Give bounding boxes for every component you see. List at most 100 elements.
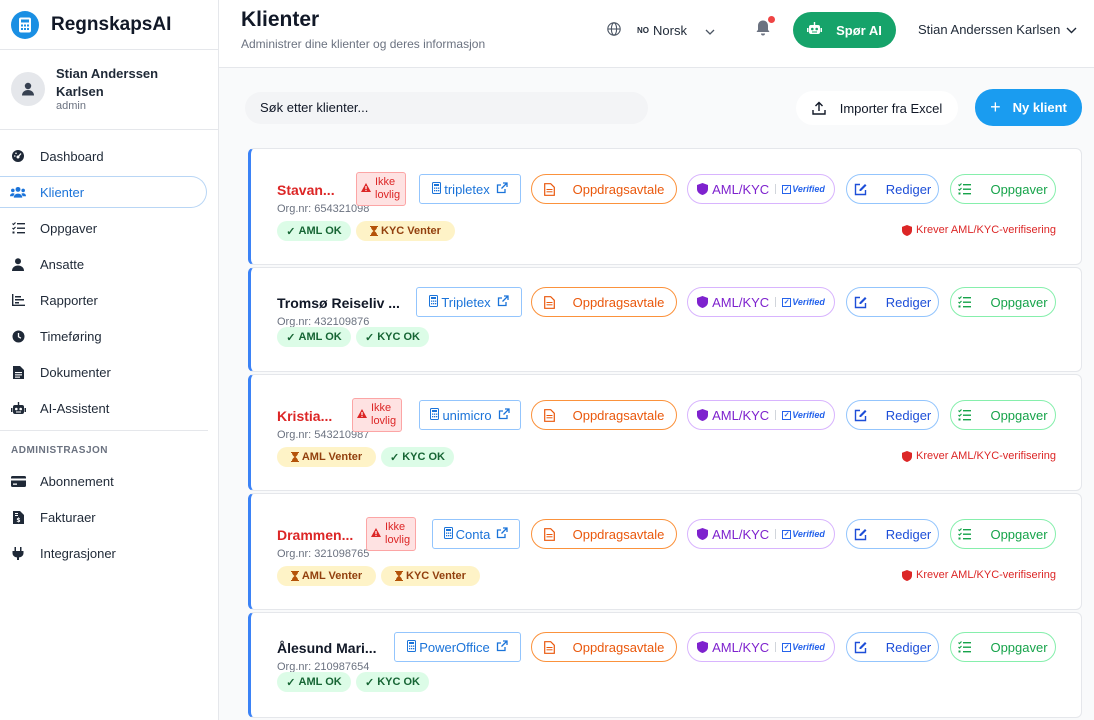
checkbox-icon: ✓ — [782, 297, 792, 307]
not-legal-line2: lovlig — [371, 415, 397, 427]
tasks-icon — [10, 220, 26, 236]
verified-label: Verified — [792, 529, 825, 539]
accounting-system-link[interactable]: tripletex — [419, 174, 521, 204]
search-input[interactable] — [245, 92, 648, 124]
sidebar-nav: Dashboard Klienter Oppgaver Ansatte Rapp… — [0, 130, 218, 571]
user-role: admin — [56, 100, 86, 112]
sidebar-item-klienter[interactable]: Klienter — [0, 176, 207, 208]
aml-status-badge: AML Venter — [277, 447, 376, 467]
hourglass-icon — [395, 571, 404, 581]
import-excel-button[interactable]: Importer fra Excel — [796, 91, 958, 125]
edit-label: Rediger — [885, 407, 932, 423]
shield-icon — [902, 224, 912, 236]
tasks-icon — [958, 296, 980, 308]
aml-kyc-label: AML/KYC — [712, 407, 770, 423]
edit-label: Rediger — [885, 526, 932, 542]
edit-button[interactable]: Rediger — [846, 519, 939, 549]
sidebar-item-ai-assistent[interactable]: AI-Assistent — [0, 390, 208, 426]
kyc-status-label: KYC OK — [377, 676, 420, 688]
edit-button[interactable]: Rediger — [846, 632, 939, 662]
not-legal-line1: Ikke — [385, 521, 406, 533]
sidebar-item-oppgaver[interactable]: Oppgaver — [0, 210, 208, 246]
sidebar-item-label: Rapporter — [40, 292, 98, 308]
warning-icon — [357, 408, 367, 422]
verified-badge: ✓ Verified — [775, 297, 825, 307]
tasks-button[interactable]: Oppgaver — [950, 519, 1056, 549]
aml-kyc-button[interactable]: AML/KYC ✓ Verified — [687, 174, 835, 204]
kyc-status-badge: ✓ KYC OK — [356, 672, 429, 692]
tasks-label: Oppgaver — [990, 294, 1048, 310]
client-card[interactable]: Stavan... Org.nr: 654321098 Ikke lovlig trip… — [248, 148, 1082, 265]
sidebar-item-integrasjoner[interactable]: Integrasjoner — [0, 535, 208, 571]
sidebar-item-label: Oppgaver — [40, 220, 98, 236]
sidebar-item-rapporter[interactable]: Rapporter — [0, 282, 208, 318]
accounting-system-link[interactable]: unimicro — [419, 400, 521, 430]
edit-icon — [854, 641, 876, 654]
kyc-status-badge: KYC Venter — [381, 566, 480, 586]
client-org-number: Org.nr: 321098765 — [277, 548, 370, 560]
document-icon — [543, 295, 564, 309]
brand[interactable]: RegnskapsAI — [0, 0, 218, 50]
sidebar-item-abonnement[interactable]: Abonnement — [0, 463, 208, 499]
agreement-button[interactable]: Oppdragsavtale — [531, 174, 677, 204]
sidebar-item-label: AI-Assistent — [40, 400, 110, 416]
edit-icon — [854, 296, 876, 309]
sidebar-item-dashboard[interactable]: Dashboard — [0, 138, 208, 174]
check-icon: ✓ — [286, 225, 296, 238]
tasks-label: Oppgaver — [990, 639, 1048, 655]
verified-label: Verified — [792, 642, 825, 652]
user-name: Stian Anderssen Karlsen — [56, 66, 159, 99]
notice-label: Krever AML/KYC-verifisering — [916, 224, 1056, 236]
edit-icon — [854, 528, 876, 541]
agreement-button[interactable]: Oppdragsavtale — [531, 519, 677, 549]
warning-icon — [361, 182, 371, 196]
user-menu[interactable]: Stian Anderssen Karlsen — [918, 22, 1077, 37]
tasks-button[interactable]: Oppgaver — [950, 174, 1056, 204]
aml-kyc-label: AML/KYC — [712, 639, 770, 655]
edit-button[interactable]: Rediger — [846, 400, 939, 430]
calculator-icon — [430, 407, 440, 423]
new-client-button[interactable]: + Ny klient — [975, 89, 1082, 126]
notification-bell[interactable] — [755, 16, 775, 42]
aml-kyc-label: AML/KYC — [712, 526, 770, 542]
sidebar-item-label: Dokumenter — [40, 364, 111, 380]
accounting-system-link[interactable]: Conta — [432, 519, 520, 549]
agreement-button[interactable]: Oppdragsavtale — [531, 287, 677, 317]
client-card[interactable]: Kristia... Org.nr: 543210987 Ikke lovlig uni… — [248, 374, 1082, 491]
aml-status-label: AML OK — [298, 331, 342, 343]
aml-kyc-button[interactable]: AML/KYC ✓ Verified — [687, 287, 835, 317]
aml-status-label: AML Venter — [301, 570, 363, 582]
client-card[interactable]: Ålesund Mari... Org.nr: 210987654 PowerOff… — [248, 612, 1082, 718]
client-card[interactable]: Tromsø Reiseliv ... Org.nr: 432109876 Trip… — [248, 267, 1082, 372]
tasks-button[interactable]: Oppgaver — [950, 287, 1056, 317]
agreement-button[interactable]: Oppdragsavtale — [531, 400, 677, 430]
tasks-button[interactable]: Oppgaver — [950, 400, 1056, 430]
ask-ai-button[interactable]: Spør AI — [793, 12, 896, 48]
aml-kyc-button[interactable]: AML/KYC ✓ Verified — [687, 519, 835, 549]
accounting-system-link[interactable]: Tripletex — [416, 287, 522, 317]
sidebar-item-label: Dashboard — [40, 148, 104, 164]
edit-button[interactable]: Rediger — [846, 287, 939, 317]
language-selector[interactable]: NO Norsk — [607, 22, 715, 39]
client-card[interactable]: Drammen... Org.nr: 321098765 Ikke lovlig Con… — [248, 493, 1082, 610]
tasks-button[interactable]: Oppgaver — [950, 632, 1056, 662]
aml-kyc-button[interactable]: AML/KYC ✓ Verified — [687, 400, 835, 430]
not-legal-badge: Ikke lovlig — [352, 398, 403, 432]
sidebar-item-timeforing[interactable]: Timeføring — [0, 318, 208, 354]
avatar — [11, 72, 45, 106]
edit-button[interactable]: Rediger — [846, 174, 939, 204]
page-title: Klienter — [241, 8, 320, 31]
accounting-system-link[interactable]: PowerOffice — [394, 632, 521, 662]
sidebar-item-ansatte[interactable]: Ansatte — [0, 246, 208, 282]
tasks-icon — [958, 183, 980, 195]
shield-icon — [697, 641, 712, 653]
aml-kyc-button[interactable]: AML/KYC ✓ Verified — [687, 632, 835, 662]
sidebar-item-dokumenter[interactable]: Dokumenter — [0, 354, 208, 390]
sidebar-item-fakturaer[interactable]: $ Fakturaer — [0, 499, 208, 535]
check-icon: ✓ — [365, 331, 375, 344]
robot-icon — [807, 22, 823, 38]
client-org-number: Org.nr: 654321098 — [277, 203, 370, 215]
not-legal-badge: Ikke lovlig — [356, 172, 407, 206]
agreement-button[interactable]: Oppdragsavtale — [531, 632, 677, 662]
upload-icon — [812, 101, 826, 115]
